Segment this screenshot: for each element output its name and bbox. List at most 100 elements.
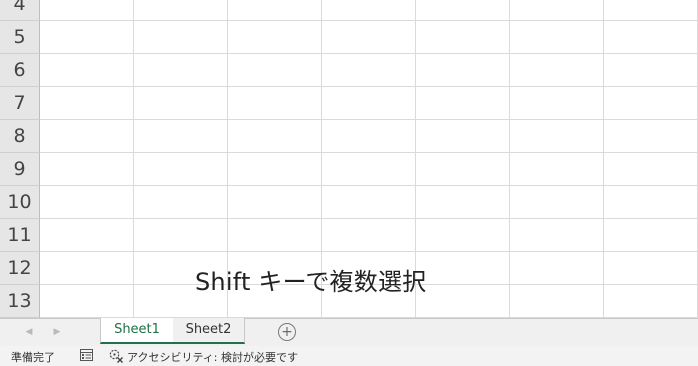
grid-cell[interactable] xyxy=(322,219,416,252)
grid-cell[interactable] xyxy=(322,21,416,54)
grid-cell[interactable] xyxy=(322,285,416,318)
grid-cell[interactable] xyxy=(228,252,322,285)
grid-cell[interactable] xyxy=(40,252,134,285)
grid-cell[interactable] xyxy=(510,285,604,318)
grid-cell[interactable] xyxy=(416,87,510,120)
grid-cell[interactable] xyxy=(228,54,322,87)
row-header[interactable]: 10 xyxy=(0,186,40,219)
grid-cell[interactable] xyxy=(134,54,228,87)
grid-cell[interactable] xyxy=(322,252,416,285)
status-bar: 準備完了 アクセシビリティ: 検討が必要です xyxy=(0,346,698,366)
grid-cell[interactable] xyxy=(604,21,698,54)
grid-cell[interactable] xyxy=(40,0,134,21)
grid-cell[interactable] xyxy=(228,120,322,153)
grid-cell[interactable] xyxy=(40,153,134,186)
grid-cell[interactable] xyxy=(604,219,698,252)
grid-cell[interactable] xyxy=(322,153,416,186)
row-header[interactable]: 11 xyxy=(0,219,40,252)
grid-cell[interactable] xyxy=(604,120,698,153)
row-header[interactable]: 13 xyxy=(0,285,40,318)
grid-cell[interactable] xyxy=(510,252,604,285)
grid-cell[interactable] xyxy=(134,0,228,21)
grid-cell[interactable] xyxy=(134,120,228,153)
grid-cell[interactable] xyxy=(604,252,698,285)
grid-cell[interactable] xyxy=(604,285,698,318)
grid-cell[interactable] xyxy=(134,186,228,219)
grid-row: 4 xyxy=(0,0,698,21)
grid-cell[interactable] xyxy=(510,186,604,219)
grid-cell[interactable] xyxy=(134,153,228,186)
grid-cell[interactable] xyxy=(510,54,604,87)
grid-cell[interactable] xyxy=(322,0,416,21)
grid-cell[interactable] xyxy=(604,87,698,120)
grid-row: 10 xyxy=(0,186,698,219)
spreadsheet-grid[interactable]: 4 5 6 7 8 9 10 11 12 13 xyxy=(0,0,698,318)
grid-cell[interactable] xyxy=(510,219,604,252)
grid-cell[interactable] xyxy=(510,87,604,120)
grid-cell[interactable] xyxy=(322,186,416,219)
macro-record-icon[interactable] xyxy=(80,349,93,361)
grid-cell[interactable] xyxy=(416,285,510,318)
grid-cell[interactable] xyxy=(40,21,134,54)
grid-cell[interactable] xyxy=(416,252,510,285)
grid-row: 5 xyxy=(0,21,698,54)
grid-cell[interactable] xyxy=(322,87,416,120)
grid-cell[interactable] xyxy=(134,219,228,252)
grid-cell[interactable] xyxy=(416,0,510,21)
grid-cell[interactable] xyxy=(228,21,322,54)
row-header[interactable]: 5 xyxy=(0,21,40,54)
grid-cell[interactable] xyxy=(134,87,228,120)
grid-cell[interactable] xyxy=(40,120,134,153)
grid-cell[interactable] xyxy=(604,0,698,21)
tab-scroll-right-icon[interactable]: ▶ xyxy=(50,325,64,339)
grid-row: 6 xyxy=(0,54,698,87)
row-header[interactable]: 6 xyxy=(0,54,40,87)
tab-scroll-left-icon[interactable]: ◀ xyxy=(22,325,36,339)
grid-row: 12 xyxy=(0,252,698,285)
grid-cell[interactable] xyxy=(40,186,134,219)
row-header[interactable]: 9 xyxy=(0,153,40,186)
grid-cell[interactable] xyxy=(40,285,134,318)
grid-cell[interactable] xyxy=(40,87,134,120)
grid-cell[interactable] xyxy=(40,54,134,87)
tab-sheet1[interactable]: Sheet1 xyxy=(100,318,174,344)
grid-cell[interactable] xyxy=(604,54,698,87)
grid-cell[interactable] xyxy=(416,186,510,219)
grid-cell[interactable] xyxy=(40,219,134,252)
status-ready-text: 準備完了 xyxy=(11,351,55,364)
grid-cell[interactable] xyxy=(510,21,604,54)
grid-cell[interactable] xyxy=(416,120,510,153)
grid-cell[interactable] xyxy=(228,285,322,318)
plus-circle-icon[interactable]: + xyxy=(278,323,296,341)
grid-row: 8 xyxy=(0,120,698,153)
grid-cell[interactable] xyxy=(510,153,604,186)
grid-row: 9 xyxy=(0,153,698,186)
grid-cell[interactable] xyxy=(322,54,416,87)
grid-cell[interactable] xyxy=(228,219,322,252)
grid-cell[interactable] xyxy=(228,87,322,120)
grid-cell[interactable] xyxy=(416,219,510,252)
grid-cell[interactable] xyxy=(604,153,698,186)
grid-cell[interactable] xyxy=(134,21,228,54)
grid-row: 7 xyxy=(0,87,698,120)
grid-cell[interactable] xyxy=(134,252,228,285)
grid-cell[interactable] xyxy=(416,153,510,186)
grid-cell[interactable] xyxy=(416,21,510,54)
grid-cell[interactable] xyxy=(416,54,510,87)
grid-cell[interactable] xyxy=(228,186,322,219)
grid-cell[interactable] xyxy=(510,120,604,153)
accessibility-check-icon[interactable] xyxy=(109,349,124,363)
grid-cell[interactable] xyxy=(322,120,416,153)
grid-cell[interactable] xyxy=(228,0,322,21)
grid-cell[interactable] xyxy=(228,153,322,186)
tab-sheet2[interactable]: Sheet2 xyxy=(173,318,245,344)
grid-cell[interactable] xyxy=(134,285,228,318)
row-header[interactable]: 4 xyxy=(0,0,40,21)
grid-row: 13 xyxy=(0,285,698,318)
accessibility-status-text[interactable]: アクセシビリティ: 検討が必要です xyxy=(127,349,298,365)
row-header[interactable]: 8 xyxy=(0,120,40,153)
row-header[interactable]: 12 xyxy=(0,252,40,285)
row-header[interactable]: 7 xyxy=(0,87,40,120)
grid-cell[interactable] xyxy=(604,186,698,219)
grid-cell[interactable] xyxy=(510,0,604,21)
